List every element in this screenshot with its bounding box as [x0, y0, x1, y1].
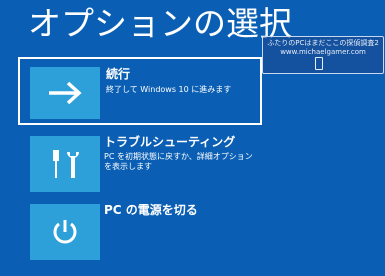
watermark-url: www.michaelgamer.com — [280, 48, 366, 56]
option-troubleshoot[interactable]: トラブルシューティング PC を初期状態に戻すか、詳細オプションを表示します — [18, 134, 262, 194]
page-title: オプションの選択 — [28, 4, 292, 43]
option-troubleshoot-label: トラブルシューティング — [104, 135, 236, 149]
site-watermark: ふたりのPCはまだここの探偵調査2 www.michaelgamer.com — [262, 36, 384, 74]
option-power-off-label: PC の電源を切る — [104, 203, 198, 217]
phone-icon — [315, 57, 323, 70]
option-continue[interactable]: 続行 終了して Windows 10 に進みます — [18, 57, 262, 125]
option-continue-description: 終了して Windows 10 に進みます — [106, 85, 232, 94]
arrow-right-icon — [49, 81, 82, 105]
option-troubleshoot-description: PC を初期状態に戻すか、詳細オプションを表示します — [104, 152, 253, 171]
tools-icon — [53, 150, 79, 178]
option-continue-tile — [30, 67, 100, 119]
option-power-off[interactable]: PC の電源を切る — [18, 202, 262, 262]
option-troubleshoot-tile — [30, 136, 100, 192]
option-power-off-tile — [30, 204, 100, 260]
option-continue-label: 続行 — [106, 67, 131, 81]
watermark-title: ふたりのPCはまだここの探偵調査2 — [267, 39, 379, 47]
power-icon — [53, 220, 77, 244]
